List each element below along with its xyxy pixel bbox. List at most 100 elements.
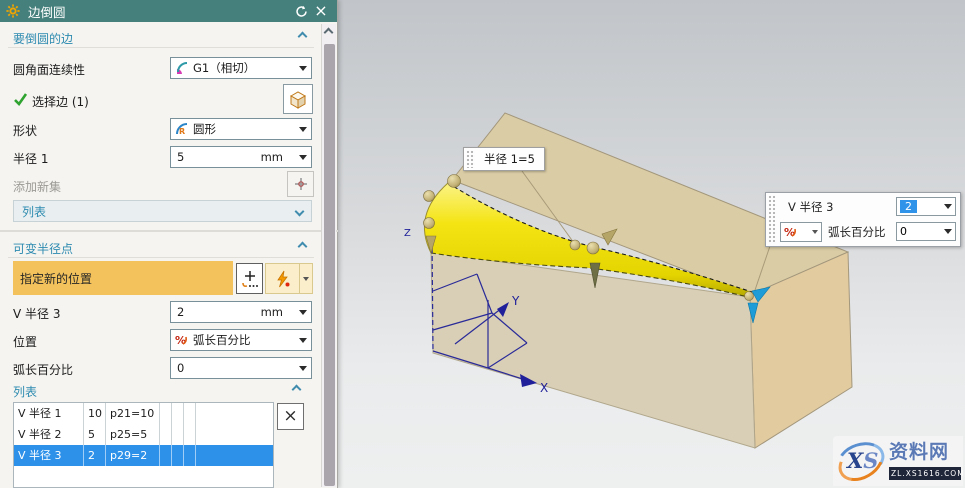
- handle-sphere[interactable]: [424, 218, 435, 229]
- arc-percent-value[interactable]: 0: [177, 361, 299, 375]
- z-axis-label: Z: [404, 228, 411, 239]
- close-button[interactable]: ×: [311, 2, 331, 20]
- dropdown-caret-icon[interactable]: [299, 310, 307, 315]
- scroll-up-icon[interactable]: [324, 28, 334, 38]
- y-axis-label: Y: [511, 294, 520, 308]
- handle-sphere[interactable]: [448, 175, 461, 188]
- select-edge-label: 选择边 (1): [32, 93, 89, 110]
- collapse-chevron-icon[interactable]: [292, 385, 302, 395]
- position-value: 弧长百分比: [193, 332, 299, 348]
- watermark-site-url: ZL.XS1616.COM: [889, 467, 961, 480]
- list-label: 列表: [22, 203, 296, 220]
- continuity-dropdown[interactable]: G1（相切）: [170, 57, 312, 79]
- shape-value: 圆形: [193, 121, 299, 137]
- panel-radius-label: V 半径 3: [788, 200, 834, 214]
- handle-sphere[interactable]: [587, 242, 599, 254]
- arc-percent-input[interactable]: 0: [170, 357, 312, 379]
- add-new-set-button[interactable]: [287, 171, 314, 197]
- svg-text:%: %: [175, 334, 186, 347]
- section-variable-radius[interactable]: 可变半径点: [8, 238, 314, 258]
- section-header-label: 要倒圆的边: [13, 30, 73, 47]
- panel-arc-percent-value[interactable]: 0: [900, 225, 944, 238]
- dropdown-caret-icon[interactable]: [299, 155, 307, 160]
- quick-pick-dropdown[interactable]: [299, 264, 312, 293]
- dialog-titlebar[interactable]: 边倒圆 ×: [0, 0, 337, 22]
- panel-radius-input[interactable]: 2: [896, 197, 956, 216]
- radius1-unit[interactable]: mm: [261, 150, 283, 164]
- dropdown-caret-icon[interactable]: [812, 230, 818, 234]
- expand-chevron-icon[interactable]: [295, 206, 305, 216]
- dropdown-caret-icon[interactable]: [299, 366, 307, 371]
- specify-new-location-field[interactable]: 指定新的位置: [13, 261, 233, 295]
- dialog-scrollbar[interactable]: [321, 24, 336, 487]
- shape-label: 形状: [13, 122, 37, 139]
- dropdown-caret-icon[interactable]: [299, 127, 307, 132]
- panel-arc-percent-input[interactable]: 0: [896, 222, 956, 241]
- dropdown-caret-icon[interactable]: [944, 229, 952, 234]
- dropdown-caret-icon[interactable]: [944, 204, 952, 209]
- solid-body-preview-button[interactable]: [283, 84, 313, 114]
- tooltip-grip-icon[interactable]: [466, 150, 475, 168]
- vradius3-label: V 半径 3: [13, 305, 60, 322]
- point-constructor-button[interactable]: [236, 263, 263, 294]
- remove-row-button[interactable]: ×: [277, 403, 304, 430]
- panel-position-type-combo[interactable]: %: [780, 222, 822, 242]
- list-header-label: 列表: [13, 383, 37, 400]
- nx-application-window: Y X Z: [0, 0, 965, 488]
- panel-grip-icon[interactable]: [768, 195, 777, 244]
- svg-text:%: %: [784, 226, 795, 239]
- circular-shape-icon: R: [175, 122, 189, 136]
- radius1-input[interactable]: 5 mm: [170, 146, 312, 168]
- radius1-label: 半径 1: [13, 150, 48, 167]
- point-constructor-icon: [241, 269, 259, 289]
- section-edges-to-blend[interactable]: 要倒圆的边: [8, 28, 314, 48]
- variable-radius-table[interactable]: V 半径 1 10 p21=10 V 半径 2 5 p25=5 V 半径 3 2…: [13, 402, 274, 488]
- onscreen-input-panel[interactable]: V 半径 3 2 % 弧长百分比 0: [765, 192, 961, 247]
- delete-x-icon: ×: [283, 408, 297, 425]
- vradius3-value[interactable]: 2: [177, 305, 261, 319]
- position-dropdown[interactable]: % 弧长百分比: [170, 329, 312, 351]
- arc-percent-icon: %: [784, 225, 798, 239]
- list-bar-collapsed[interactable]: 列表: [13, 200, 312, 222]
- watermark: XS 资料网 ZL.XS1616.COM: [833, 436, 963, 486]
- watermark-site-name: 资料网: [889, 439, 961, 465]
- dropdown-caret-icon[interactable]: [299, 66, 307, 71]
- lightning-icon: [275, 270, 291, 288]
- add-set-icon: [293, 176, 309, 192]
- reset-button[interactable]: [291, 2, 311, 20]
- table-row[interactable]: V 半径 1 10 p21=10: [14, 403, 273, 424]
- collapse-chevron-icon[interactable]: [298, 32, 308, 42]
- g1-continuity-icon: [175, 61, 189, 75]
- dialog-title: 边倒圆: [28, 2, 291, 21]
- radius-tooltip[interactable]: 半径 1=5: [463, 147, 545, 171]
- panel-radius-value[interactable]: 2: [900, 200, 917, 213]
- handle-sphere[interactable]: [570, 240, 580, 250]
- reset-icon: [295, 5, 308, 18]
- tooltip-text: 半径 1=5: [475, 151, 544, 167]
- position-label: 位置: [13, 333, 37, 350]
- handle-sphere[interactable]: [745, 292, 754, 301]
- handle-sphere[interactable]: [424, 191, 435, 202]
- dropdown-caret-icon[interactable]: [299, 338, 307, 343]
- quick-pick-button[interactable]: [266, 270, 299, 288]
- quick-pick-button-group[interactable]: [265, 263, 313, 294]
- vradius3-unit[interactable]: mm: [261, 305, 283, 319]
- table-row-selected[interactable]: V 半径 3 2 p29=2: [14, 445, 273, 466]
- edge-blend-dialog: 边倒圆 × 要倒圆的边 圆角面连续性 G1（相切）: [0, 0, 338, 488]
- table-row[interactable]: V 半径 2 5 p25=5: [14, 424, 273, 445]
- section-divider: [0, 230, 338, 232]
- section-header-label: 可变半径点: [13, 240, 73, 257]
- section-list[interactable]: 列表: [8, 381, 314, 401]
- scrollbar-thumb[interactable]: [324, 44, 335, 486]
- check-icon: [13, 92, 28, 106]
- svg-text:R: R: [179, 127, 185, 136]
- watermark-logo: XS: [835, 440, 889, 482]
- panel-arc-percent-label: 弧长百分比: [828, 225, 886, 239]
- collapse-chevron-icon[interactable]: [298, 242, 308, 252]
- shape-dropdown[interactable]: R 圆形: [170, 118, 312, 140]
- 3d-viewport[interactable]: Y X Z: [336, 0, 965, 488]
- vradius3-input[interactable]: 2 mm: [170, 301, 312, 323]
- radius1-value[interactable]: 5: [177, 150, 261, 164]
- continuity-label: 圆角面连续性: [13, 61, 85, 78]
- continuity-value: G1（相切）: [193, 60, 299, 76]
